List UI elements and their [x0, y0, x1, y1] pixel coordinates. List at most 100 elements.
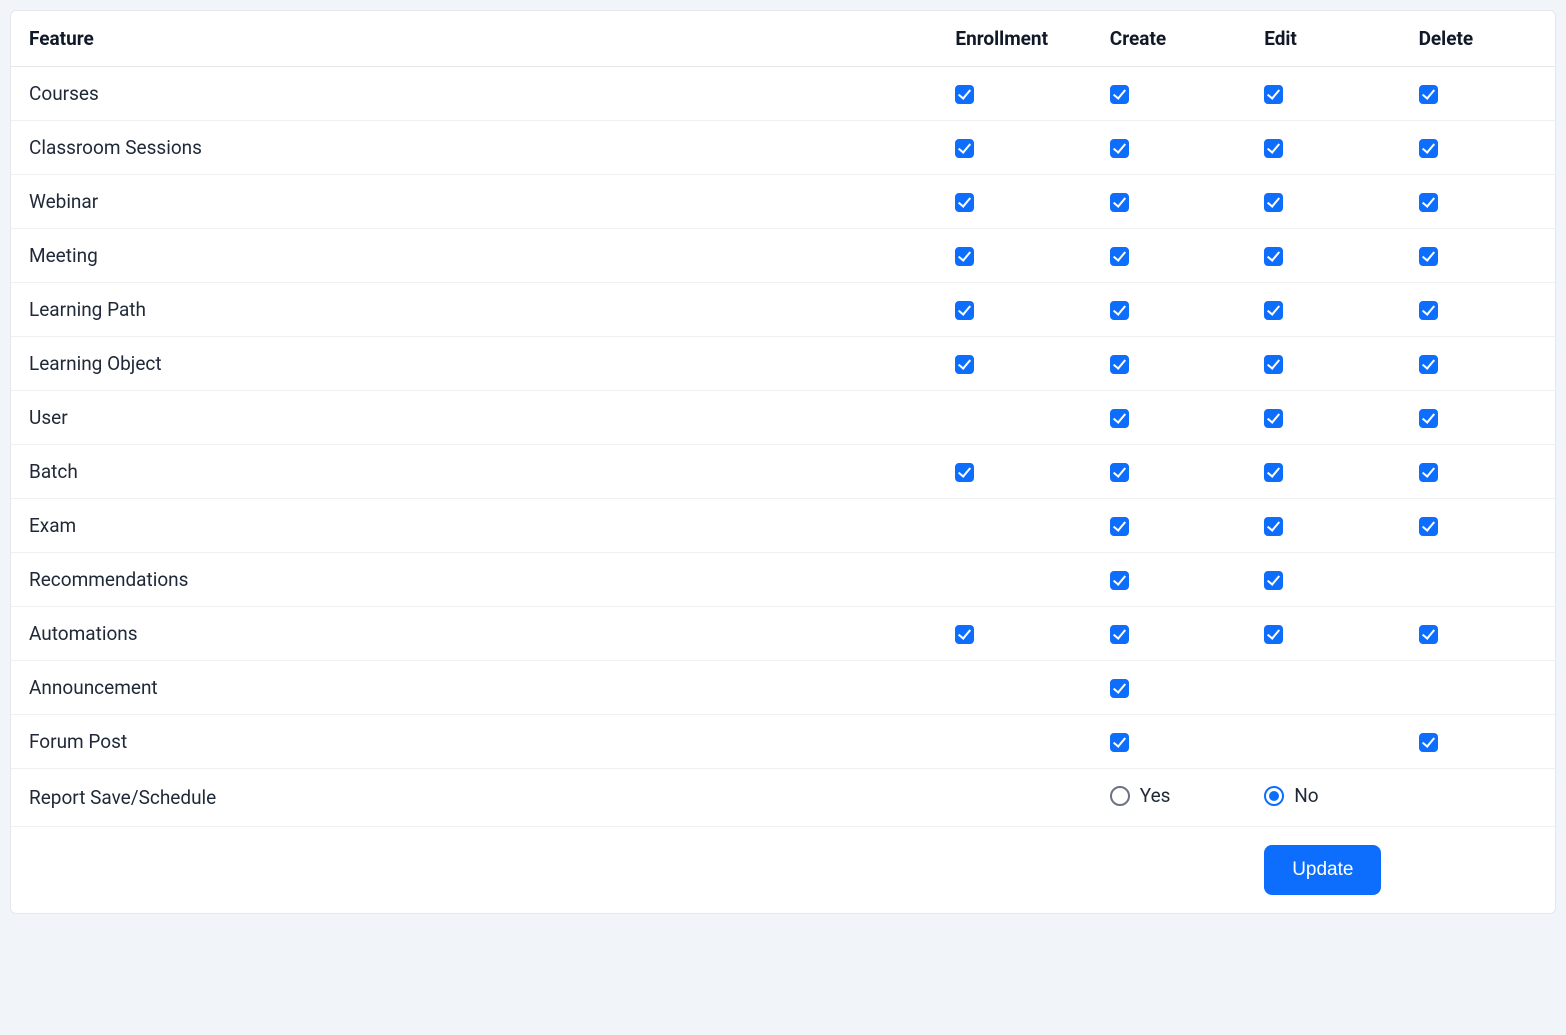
edit-checkbox[interactable]: [1264, 85, 1283, 104]
edit-checkbox[interactable]: [1264, 301, 1283, 320]
create-checkbox[interactable]: [1110, 355, 1129, 374]
enrollment-checkbox[interactable]: [955, 85, 974, 104]
create-checkbox[interactable]: [1110, 85, 1129, 104]
feature-cell: Classroom Sessions: [11, 121, 937, 175]
edit-cell: [1246, 391, 1400, 445]
edit-checkbox[interactable]: [1264, 571, 1283, 590]
enrollment-cell: [937, 607, 1091, 661]
delete-checkbox[interactable]: [1419, 517, 1438, 536]
edit-checkbox[interactable]: [1264, 139, 1283, 158]
delete-checkbox[interactable]: [1419, 463, 1438, 482]
table-row: Classroom Sessions: [11, 121, 1555, 175]
edit-checkbox[interactable]: [1264, 517, 1283, 536]
enrollment-cell: [937, 391, 1091, 445]
create-checkbox[interactable]: [1110, 679, 1129, 698]
delete-cell: [1401, 445, 1555, 499]
enrollment-checkbox[interactable]: [955, 463, 974, 482]
create-checkbox[interactable]: [1110, 139, 1129, 158]
create-checkbox[interactable]: [1110, 247, 1129, 266]
delete-checkbox[interactable]: [1419, 139, 1438, 158]
enrollment-cell: [937, 445, 1091, 499]
enrollment-cell: [937, 283, 1091, 337]
column-header-create: Create: [1092, 11, 1246, 67]
column-header-feature: Feature: [11, 11, 937, 67]
delete-checkbox[interactable]: [1419, 193, 1438, 212]
report-yes-label: Yes: [1140, 784, 1171, 807]
create-checkbox[interactable]: [1110, 409, 1129, 428]
enrollment-cell: [937, 499, 1091, 553]
create-cell: [1092, 499, 1246, 553]
edit-cell: [1246, 175, 1400, 229]
feature-cell: Exam: [11, 499, 937, 553]
edit-cell: [1246, 283, 1400, 337]
enrollment-checkbox[interactable]: [955, 301, 974, 320]
create-cell: [1092, 67, 1246, 121]
delete-checkbox[interactable]: [1419, 409, 1438, 428]
report-yes-radio[interactable]: [1110, 786, 1130, 806]
report-yes-option[interactable]: Yes: [1110, 784, 1171, 807]
enrollment-checkbox[interactable]: [955, 247, 974, 266]
enrollment-cell: [937, 121, 1091, 175]
feature-cell: Report Save/Schedule: [11, 769, 937, 827]
edit-cell: [1246, 661, 1400, 715]
table-row-report: Report Save/Schedule Yes No: [11, 769, 1555, 827]
delete-checkbox[interactable]: [1419, 301, 1438, 320]
feature-cell: User: [11, 391, 937, 445]
create-checkbox[interactable]: [1110, 625, 1129, 644]
report-no-option[interactable]: No: [1264, 784, 1318, 807]
feature-cell: Learning Path: [11, 283, 937, 337]
edit-checkbox[interactable]: [1264, 193, 1283, 212]
footer-row: Update: [11, 826, 1555, 913]
edit-cell: No: [1246, 769, 1400, 827]
table-row: Recommendations: [11, 553, 1555, 607]
delete-checkbox[interactable]: [1419, 85, 1438, 104]
edit-checkbox[interactable]: [1264, 625, 1283, 644]
create-checkbox[interactable]: [1110, 463, 1129, 482]
create-cell: [1092, 283, 1246, 337]
create-cell: [1092, 391, 1246, 445]
delete-checkbox[interactable]: [1419, 625, 1438, 644]
table-row: Learning Path: [11, 283, 1555, 337]
create-checkbox[interactable]: [1110, 301, 1129, 320]
create-cell: Yes: [1092, 769, 1246, 827]
create-checkbox[interactable]: [1110, 193, 1129, 212]
enrollment-cell: [937, 661, 1091, 715]
delete-cell: [1401, 769, 1555, 827]
delete-checkbox[interactable]: [1419, 247, 1438, 266]
create-checkbox[interactable]: [1110, 571, 1129, 590]
create-checkbox[interactable]: [1110, 517, 1129, 536]
enrollment-cell: [937, 67, 1091, 121]
edit-checkbox[interactable]: [1264, 247, 1283, 266]
enrollment-checkbox[interactable]: [955, 625, 974, 644]
table-row: Forum Post: [11, 715, 1555, 769]
feature-cell: Courses: [11, 67, 937, 121]
edit-checkbox[interactable]: [1264, 355, 1283, 374]
table-row: Exam: [11, 499, 1555, 553]
table-row: Automations: [11, 607, 1555, 661]
table-row: Batch: [11, 445, 1555, 499]
permissions-table: Feature Enrollment Create Edit Delete Co…: [11, 11, 1555, 913]
report-no-radio[interactable]: [1264, 786, 1284, 806]
delete-checkbox[interactable]: [1419, 733, 1438, 752]
update-button[interactable]: Update: [1264, 845, 1381, 895]
enrollment-cell: [937, 229, 1091, 283]
feature-cell: Announcement: [11, 661, 937, 715]
edit-checkbox[interactable]: [1264, 463, 1283, 482]
edit-checkbox[interactable]: [1264, 409, 1283, 428]
permissions-panel: Feature Enrollment Create Edit Delete Co…: [10, 10, 1556, 914]
create-cell: [1092, 121, 1246, 175]
create-cell: [1092, 229, 1246, 283]
delete-cell: [1401, 283, 1555, 337]
delete-cell: [1401, 499, 1555, 553]
create-checkbox[interactable]: [1110, 733, 1129, 752]
delete-cell: [1401, 661, 1555, 715]
enrollment-checkbox[interactable]: [955, 139, 974, 158]
delete-checkbox[interactable]: [1419, 355, 1438, 374]
delete-cell: [1401, 607, 1555, 661]
enrollment-checkbox[interactable]: [955, 193, 974, 212]
enrollment-checkbox[interactable]: [955, 355, 974, 374]
edit-cell: [1246, 121, 1400, 175]
footer-button-cell: Update: [1246, 826, 1555, 913]
delete-cell: [1401, 67, 1555, 121]
enrollment-cell: [937, 553, 1091, 607]
